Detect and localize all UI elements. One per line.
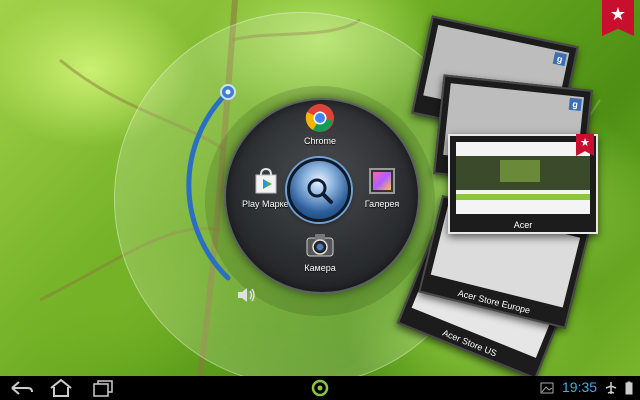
launcher-ring-icon[interactable] — [310, 378, 330, 398]
chrome-icon — [305, 103, 335, 133]
play-store-icon — [251, 166, 281, 196]
star-icon: ★ — [609, 4, 627, 24]
card-thumbnail — [456, 142, 590, 214]
recent-card-active[interactable]: ★ Acer — [448, 134, 598, 234]
google-plus-badge: g — [552, 51, 567, 67]
play-store-label: Play Маркет — [242, 199, 290, 209]
airplane-icon — [605, 382, 617, 394]
chrome-app-button[interactable]: Chrome — [280, 103, 360, 146]
battery-icon — [625, 381, 633, 395]
home-icon[interactable] — [48, 378, 74, 398]
search-button[interactable] — [287, 158, 351, 222]
camera-icon — [305, 230, 335, 260]
back-icon[interactable] — [8, 378, 34, 398]
chrome-label: Chrome — [303, 136, 336, 146]
gallery-icon — [367, 166, 397, 196]
navigation-bar: 19:35 — [0, 376, 640, 400]
gallery-app-button[interactable]: Галерея — [342, 166, 422, 209]
camera-app-button[interactable]: Камера — [280, 230, 360, 273]
card-caption: Acer — [513, 220, 533, 230]
gallery-label: Галерея — [364, 199, 400, 209]
search-icon — [307, 178, 333, 204]
recent-apps-icon[interactable] — [90, 378, 116, 398]
clock: 19:35 — [562, 379, 598, 395]
speaker-icon[interactable] — [235, 285, 259, 305]
image-notification-icon — [540, 382, 554, 394]
google-plus-badge: g — [568, 97, 582, 111]
camera-label: Камера — [304, 263, 336, 273]
